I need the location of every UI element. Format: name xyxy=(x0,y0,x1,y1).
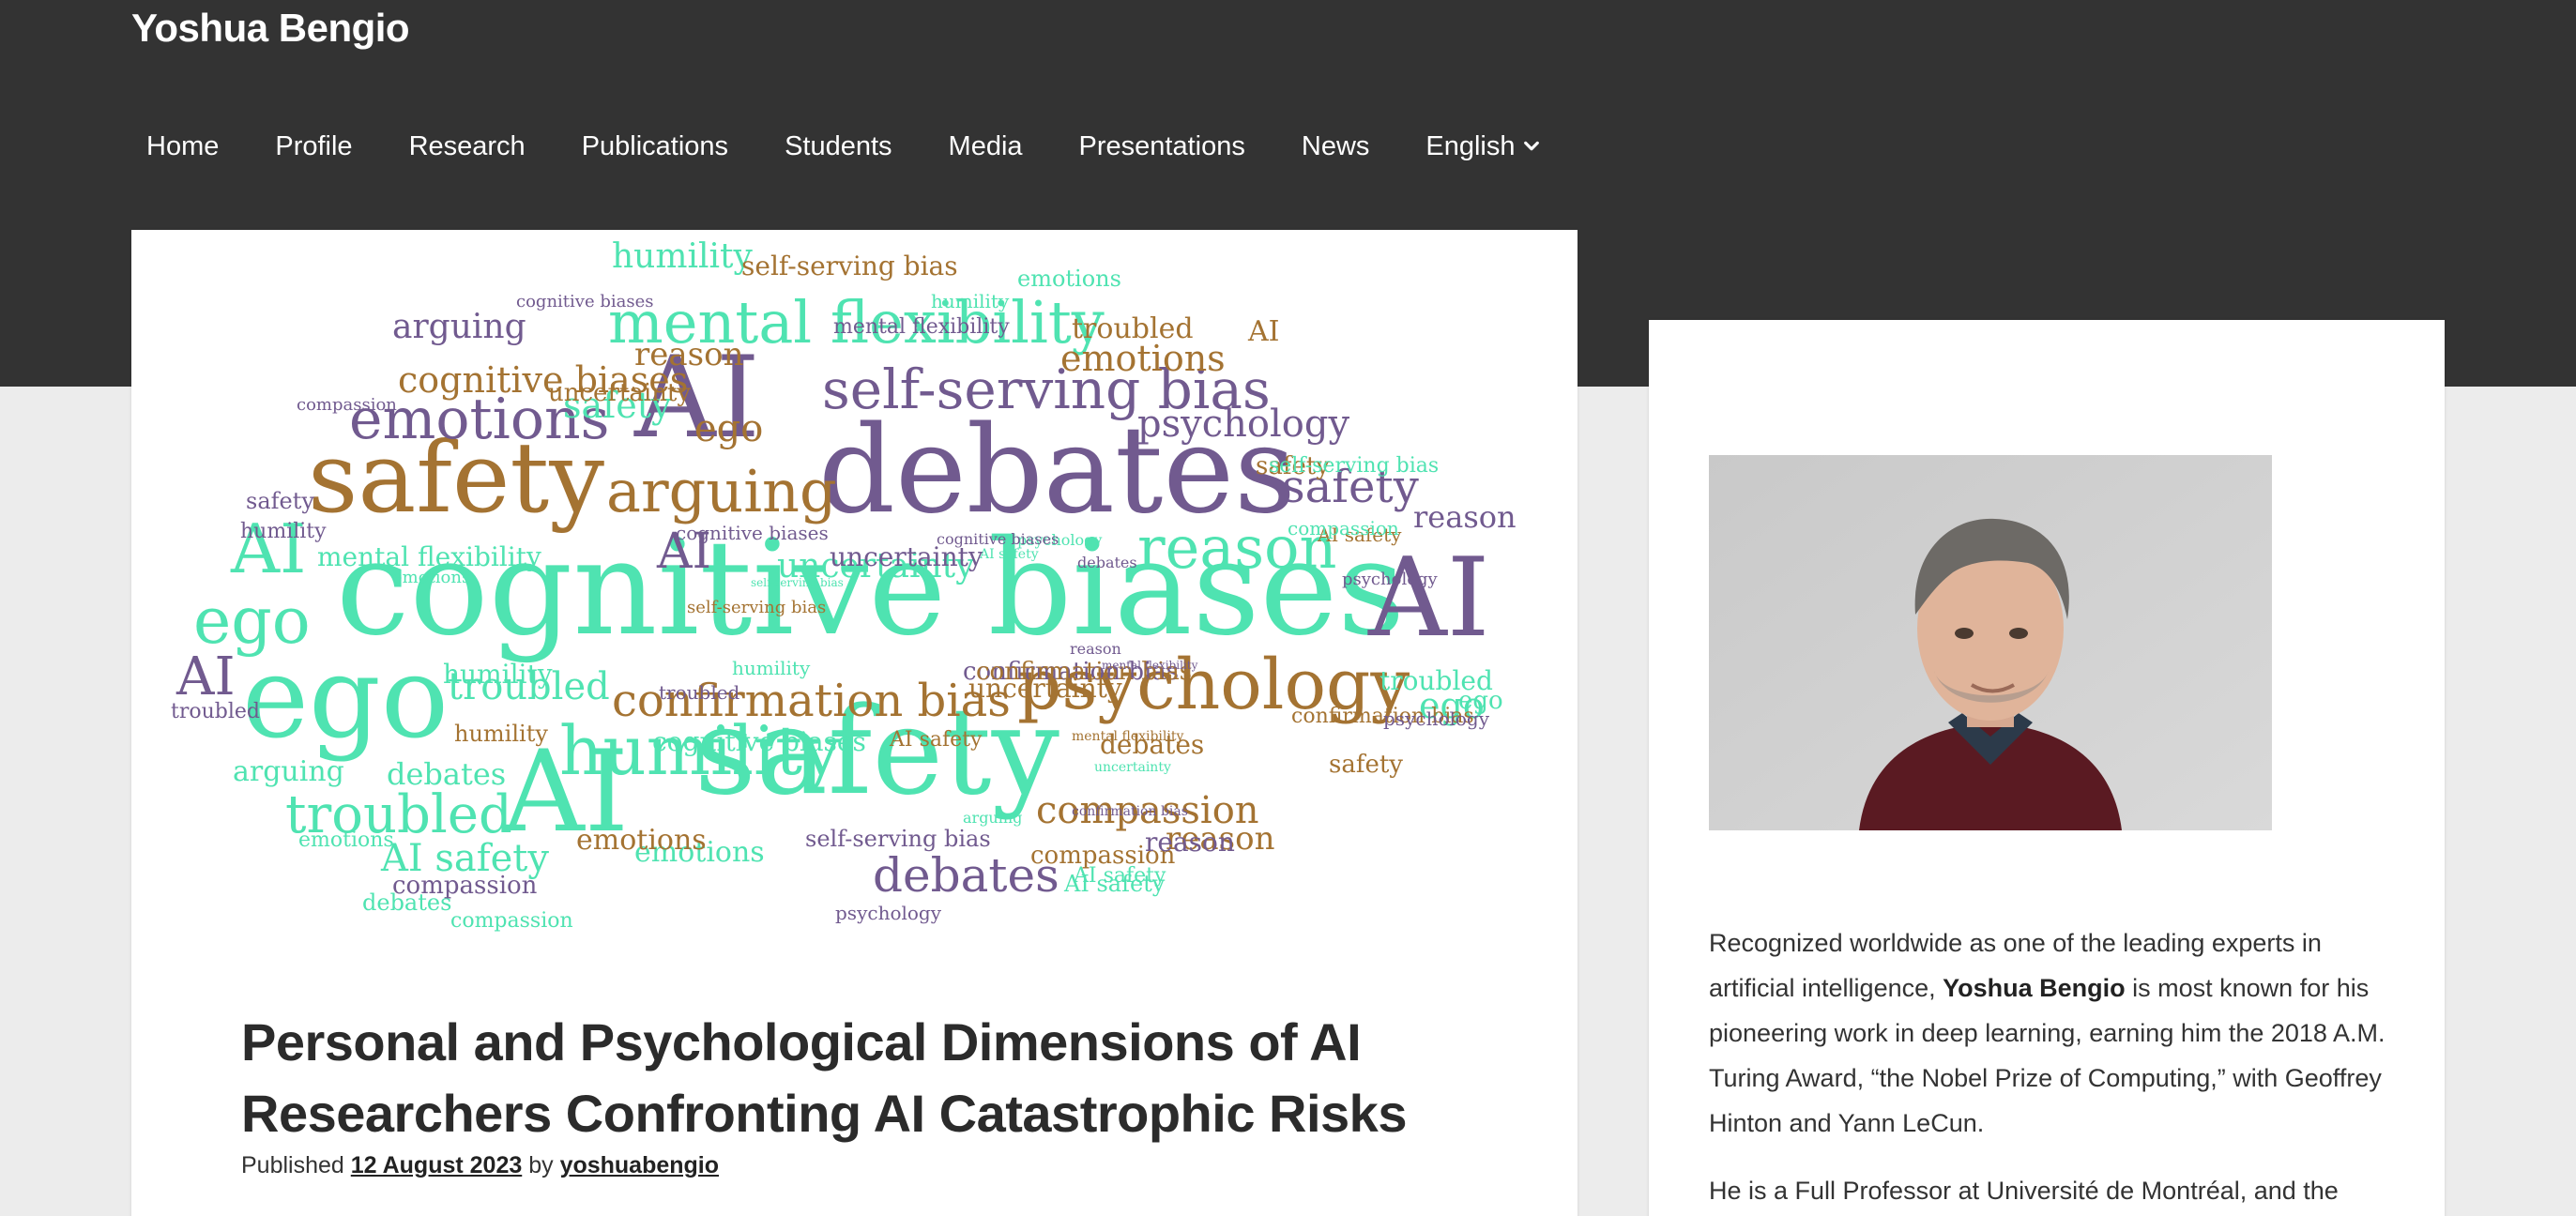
post-meta: Published 12 August 2023 by yoshuabengio xyxy=(241,1152,719,1179)
wordcloud-word: mental flexibility xyxy=(1072,729,1183,744)
wordcloud-word: cognitive biases xyxy=(937,530,1059,548)
nav-publications[interactable]: Publications xyxy=(554,124,756,169)
wordcloud-word: humility xyxy=(240,520,327,543)
wordcloud-word: self-serving bias xyxy=(805,826,991,852)
wordcloud-word: humility xyxy=(443,659,553,690)
wordcloud-word: reason xyxy=(1070,640,1121,658)
wordcloud-word: mental flexibility xyxy=(1102,659,1198,672)
bio-paragraph-2: He is a Full Professor at Université de … xyxy=(1709,1177,2339,1205)
wordcloud-word: debates xyxy=(387,756,506,792)
nav-research[interactable]: Research xyxy=(381,124,554,169)
wordcloud-word: reason xyxy=(1145,827,1235,858)
nav-home[interactable]: Home xyxy=(131,124,247,169)
author-bio: Recognized worldwide as one of the leadi… xyxy=(1709,920,2394,1213)
wordcloud-word: compassion xyxy=(297,395,397,415)
wordcloud-word: psychology xyxy=(1342,570,1439,589)
wordcloud-word: humility xyxy=(931,290,1010,312)
wordcloud-word: AI xyxy=(1367,535,1490,661)
wordcloud-word: psychology xyxy=(1137,403,1349,446)
person-photo-icon xyxy=(1709,455,2272,830)
featured-image-wordcloud: cognitive biases debates AI AI ego safety AI sa… xyxy=(171,237,1517,933)
wordcloud-word: emotions xyxy=(298,828,394,852)
wordcloud-word: humility xyxy=(732,657,811,679)
wordcloud-word: reason xyxy=(634,336,743,373)
wordcloud-word: troubled xyxy=(171,700,260,723)
wordcloud-word: ego xyxy=(694,407,763,450)
wordcloud-word: uncertainty xyxy=(548,379,691,407)
wordcloud-word: self-serving bias xyxy=(751,576,844,589)
author-link[interactable]: yoshuabengio xyxy=(560,1152,719,1178)
nav-presentations[interactable]: Presentations xyxy=(1051,124,1273,169)
wordcloud-word: arguing xyxy=(963,809,1022,827)
wordcloud-word: emotions xyxy=(392,568,470,587)
wordcloud-word: AI xyxy=(1247,315,1280,348)
wordcloud-word: self-serving bias xyxy=(687,598,826,617)
nav-news[interactable]: News xyxy=(1273,124,1398,169)
wordcloud-word: AI safety xyxy=(889,728,983,752)
wordcloud-word: psychology xyxy=(835,902,942,924)
post-title[interactable]: Personal and Psychological Dimensions of… xyxy=(241,1007,1461,1149)
language-switcher[interactable]: English xyxy=(1397,124,1567,169)
wordcloud-word: AI safety xyxy=(1073,864,1166,888)
wordcloud-word: confirmation bias xyxy=(1072,804,1188,819)
by-label: by xyxy=(528,1152,554,1178)
wordcloud-word: psychology xyxy=(1383,707,1490,730)
wordcloud-word: mental flexibility xyxy=(833,315,1010,339)
site-title[interactable]: Yoshua Bengio xyxy=(131,6,410,51)
nav-profile[interactable]: Profile xyxy=(247,124,380,169)
post-card: cognitive biases debates AI AI ego safety AI sa… xyxy=(131,230,1578,1216)
wordcloud-word: safety xyxy=(1329,751,1403,779)
wordcloud-word: cognitive biases xyxy=(652,726,866,757)
wordcloud-word: humility xyxy=(454,721,548,747)
wordcloud-word: cognitive biases xyxy=(516,292,653,312)
wordcloud-word: arguing xyxy=(606,457,837,525)
chevron-down-icon xyxy=(1523,141,1539,151)
main-nav: Home Profile Research Publications Stude… xyxy=(131,124,1568,169)
wordcloud-word: debates xyxy=(1077,554,1137,571)
wordcloud-word: AI safety xyxy=(979,547,1039,562)
wordcloud-word: safety xyxy=(246,488,314,514)
wordcloud-word: troubled xyxy=(659,681,740,704)
wordcloud-word: humility xyxy=(612,237,754,276)
wordcloud-word: cognitive biases xyxy=(676,522,829,544)
published-label: Published xyxy=(241,1152,344,1178)
nav-media[interactable]: Media xyxy=(921,124,1051,169)
wordcloud-word: debates xyxy=(362,889,451,916)
bio-name: Yoshua Bengio xyxy=(1943,974,2126,1002)
wordcloud-word: compassion xyxy=(1288,517,1399,540)
wordcloud-word: arguing xyxy=(392,308,526,346)
wordcloud-word: emotions xyxy=(576,824,707,857)
wordcloud-word: AI xyxy=(175,646,236,707)
wordcloud-word: self-serving bias xyxy=(741,251,958,281)
language-label: English xyxy=(1425,130,1516,161)
bio-paragraph-1: Recognized worldwide as one of the leadi… xyxy=(1709,929,2385,1137)
wordcloud-word: arguing xyxy=(233,755,344,788)
wordcloud-word: self-serving bias xyxy=(1269,454,1439,478)
wordcloud-word: emotions xyxy=(1017,266,1121,292)
post-date-link[interactable]: 12 August 2023 xyxy=(351,1152,522,1178)
sidebar-card: Recognized worldwide as one of the leadi… xyxy=(1649,320,2445,1216)
wordcloud-word: compassion xyxy=(450,909,573,933)
wordcloud-word: troubled xyxy=(1072,312,1194,345)
wordcloud-word: uncertainty xyxy=(1094,760,1171,775)
nav-students[interactable]: Students xyxy=(756,124,920,169)
wordcloud-word: reason xyxy=(1413,499,1517,535)
author-portrait xyxy=(1709,455,2272,830)
